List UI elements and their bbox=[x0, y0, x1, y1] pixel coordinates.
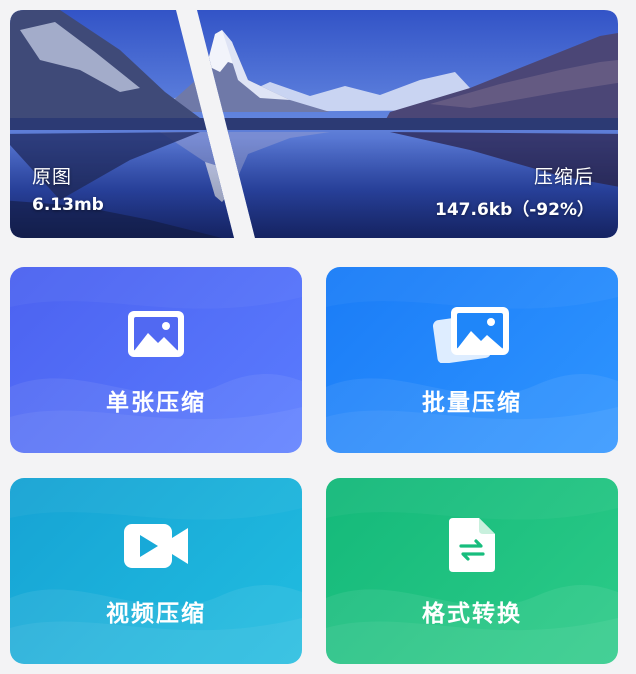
image-icon bbox=[128, 311, 184, 357]
video-compress-label: 视频压缩 bbox=[106, 601, 206, 627]
video-compress-button[interactable]: 视频压缩 bbox=[10, 478, 302, 664]
original-size: 6.13mb bbox=[32, 195, 104, 215]
compressed-caption: 压缩后 147.6kb（-92%） bbox=[435, 162, 594, 220]
compressed-size: 147.6kb（-92%） bbox=[435, 200, 594, 220]
compressed-title: 压缩后 bbox=[533, 166, 594, 188]
card-wave-decoration bbox=[10, 478, 302, 664]
file-convert-icon bbox=[449, 518, 495, 572]
video-camera-icon bbox=[124, 524, 188, 568]
images-stack-icon bbox=[433, 307, 509, 363]
original-title: 原图 bbox=[32, 166, 73, 188]
compression-comparison: 原图 6.13mb 压缩后 147.6kb（-92%） bbox=[0, 0, 636, 250]
single-compress-label: 单张压缩 bbox=[106, 390, 206, 416]
single-compress-button[interactable]: 单张压缩 bbox=[10, 267, 302, 453]
format-convert-button[interactable]: 格式转换 bbox=[326, 478, 618, 664]
batch-compress-button[interactable]: 批量压缩 bbox=[326, 267, 618, 453]
original-caption: 原图 6.13mb bbox=[32, 162, 104, 215]
format-convert-label: 格式转换 bbox=[422, 601, 522, 627]
batch-compress-label: 批量压缩 bbox=[422, 390, 522, 416]
